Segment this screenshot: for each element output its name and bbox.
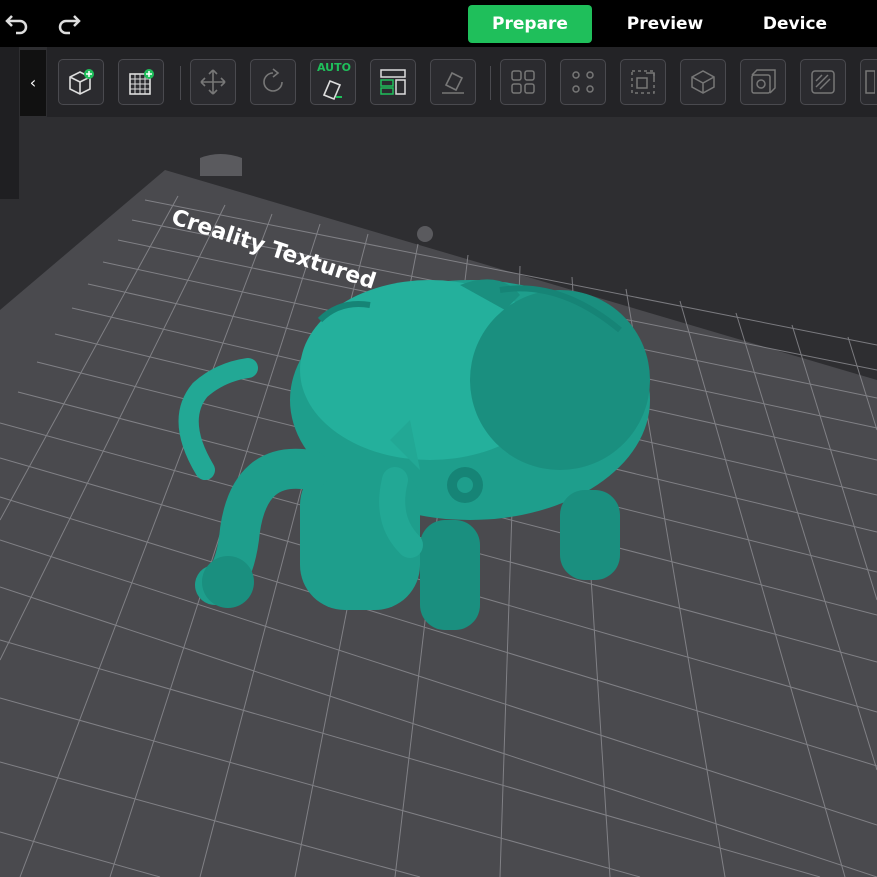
cut-icon <box>631 70 655 94</box>
measure-icon <box>865 70 875 94</box>
auto-orient-button[interactable]: AUTO <box>310 59 356 105</box>
measure-button[interactable] <box>860 59 877 105</box>
undo-icon[interactable] <box>4 10 30 36</box>
add-model-icon <box>69 69 94 95</box>
arrange-icon <box>380 69 406 95</box>
hollow-button[interactable] <box>680 59 726 105</box>
support-icon <box>751 69 776 94</box>
assemble-button[interactable] <box>560 59 606 105</box>
rotate-icon <box>263 68 283 92</box>
auto-orient-icon <box>322 79 342 101</box>
lay-flat-button[interactable] <box>430 59 476 105</box>
collapse-sidebar-button[interactable]: ‹ <box>20 50 46 116</box>
lay-flat-icon <box>442 71 464 94</box>
split-icon <box>511 70 535 94</box>
viewport-3d[interactable] <box>0 117 877 877</box>
add-plate-button[interactable] <box>118 59 164 105</box>
plate-tab <box>200 154 242 176</box>
move-icon <box>200 69 226 95</box>
arrange-button[interactable] <box>370 59 416 105</box>
rotate-button[interactable] <box>250 59 296 105</box>
tab-prepare[interactable]: Prepare <box>468 5 592 43</box>
tab-preview[interactable]: Preview <box>608 5 722 43</box>
add-plate-icon <box>129 69 154 95</box>
support-button[interactable] <box>740 59 786 105</box>
hollow-icon <box>691 70 715 94</box>
toolbar-divider <box>180 66 181 100</box>
mirror-icon <box>811 70 835 94</box>
tab-device[interactable]: Device <box>740 5 850 43</box>
split-button[interactable] <box>500 59 546 105</box>
assemble-icon <box>572 71 594 93</box>
plate-clip <box>417 226 433 242</box>
move-button[interactable] <box>190 59 236 105</box>
redo-icon[interactable] <box>56 10 82 36</box>
cut-button[interactable] <box>620 59 666 105</box>
add-model-button[interactable] <box>58 59 104 105</box>
toolbar-divider <box>490 66 491 100</box>
top-bar: Prepare Preview Device <box>0 0 877 47</box>
mirror-button[interactable] <box>800 59 846 105</box>
